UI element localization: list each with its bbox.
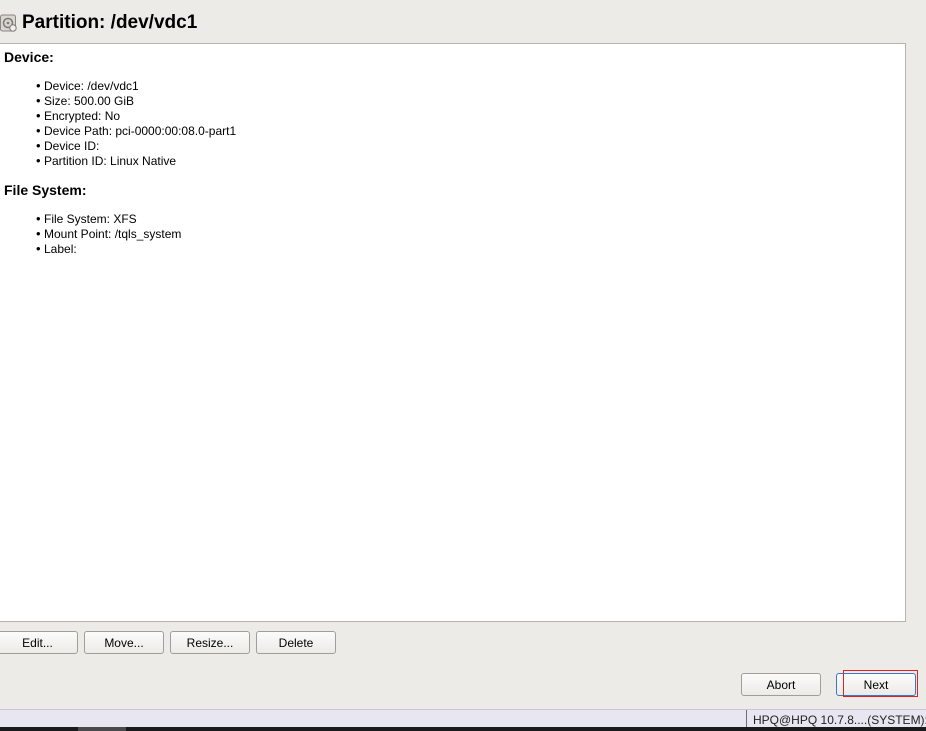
- page-title: Partition: /dev/vdc1: [22, 12, 198, 33]
- title-bar: Partition: /dev/vdc1: [0, 8, 197, 38]
- list-item: Partition ID: Linux Native: [36, 153, 236, 168]
- partition-details-panel: Device: Device: /dev/vdc1 Size: 500.00 G…: [0, 43, 906, 622]
- list-item: Device: /dev/vdc1: [36, 78, 236, 93]
- resize-button[interactable]: Resize...: [170, 631, 250, 654]
- list-item: Label:: [36, 241, 181, 256]
- delete-button[interactable]: Delete: [256, 631, 336, 654]
- abort-button[interactable]: Abort: [741, 673, 821, 696]
- next-button-highlight: [843, 670, 918, 697]
- list-item: File System: XFS: [36, 211, 181, 226]
- partition-icon: [0, 14, 17, 32]
- move-button[interactable]: Move...: [84, 631, 164, 654]
- device-properties-list: Device: /dev/vdc1 Size: 500.00 GiB Encry…: [36, 78, 236, 168]
- list-item: Encrypted: No: [36, 108, 236, 123]
- list-item: Device ID:: [36, 138, 236, 153]
- list-item: Mount Point: /tqls_system: [36, 226, 181, 241]
- filesystem-section-heading: File System:: [4, 182, 87, 198]
- edit-button[interactable]: Edit...: [0, 631, 78, 654]
- list-item: Device Path: pci-0000:00:08.0-part1: [36, 123, 236, 138]
- list-item: Size: 500.00 GiB: [36, 93, 236, 108]
- bottom-strip-marker: [78, 727, 126, 731]
- bottom-strip: [0, 727, 926, 731]
- filesystem-properties-list: File System: XFS Mount Point: /tqls_syst…: [36, 211, 181, 256]
- device-section-heading: Device:: [4, 49, 54, 65]
